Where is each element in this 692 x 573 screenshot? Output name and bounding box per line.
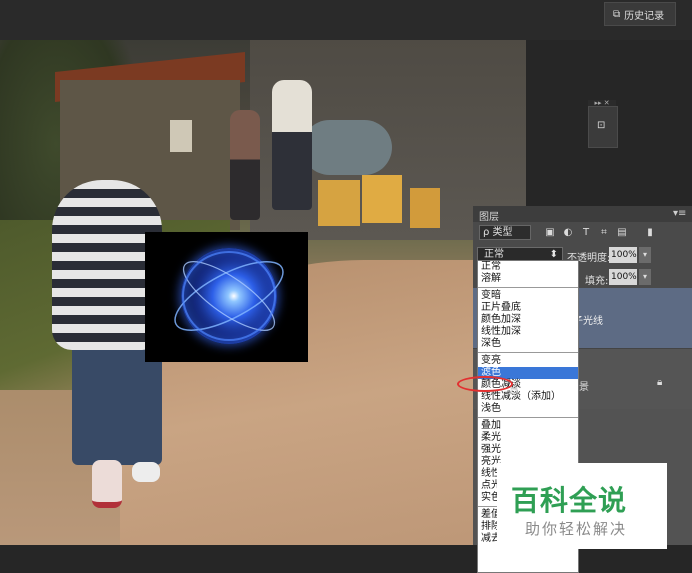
blend-option[interactable]: 线性加深	[478, 326, 578, 338]
shape-filter-icon[interactable]: ⌗	[597, 226, 611, 240]
adjust-filter-icon[interactable]: ◐	[561, 226, 575, 240]
dropdown-divider	[478, 350, 578, 355]
blend-option[interactable]: 溶解	[478, 273, 578, 285]
dropdown-divider	[478, 285, 578, 290]
photo-stool	[318, 180, 360, 226]
smart-filter-icon[interactable]: ▤	[615, 226, 629, 240]
mini-panel-dock[interactable]: ⊡	[588, 106, 618, 148]
photo-child-jeans	[72, 345, 162, 465]
blend-option[interactable]: 柔光	[478, 432, 578, 444]
blend-option[interactable]: 颜色加深	[478, 314, 578, 326]
annotation-ellipse	[457, 376, 513, 392]
blend-option[interactable]: 强光	[478, 444, 578, 456]
photo-child-shoe	[92, 460, 122, 508]
opacity-slider-toggle[interactable]: ▾	[639, 247, 651, 263]
history-panel-button[interactable]: ⧉ 历史记录	[604, 2, 676, 26]
photo-child-shoe	[132, 462, 160, 482]
blend-option[interactable]: 线性减淡（添加）	[478, 391, 578, 403]
blend-option[interactable]: 变暗	[478, 290, 578, 302]
blend-option[interactable]: 正常	[478, 261, 578, 273]
layer-name: 景	[579, 382, 589, 393]
layer-filter-row: ρ 类型 ▣ ◐ T ⌗ ▤ ▮	[473, 222, 692, 244]
blend-option[interactable]: 叠加	[478, 420, 578, 432]
dropdown-divider	[478, 415, 578, 420]
photo-person	[230, 110, 260, 220]
lock-icon: 🔒︎	[657, 377, 663, 388]
history-icon: ⧉	[613, 8, 621, 20]
blend-option[interactable]: 正片叠底	[478, 302, 578, 314]
watermark-title: 百科全说	[511, 484, 628, 517]
photo-stool	[410, 188, 440, 228]
watermark: 百科全说 助你轻松解决	[497, 463, 667, 549]
light-streaks	[174, 251, 284, 341]
blend-mode-value: 正常	[484, 249, 504, 260]
blend-option[interactable]: 浅色	[478, 403, 578, 415]
layers-panel-title[interactable]: 图层	[479, 208, 499, 223]
light-orb-layer[interactable]	[145, 232, 308, 362]
blend-option[interactable]: 变亮	[478, 355, 578, 367]
photo-tank	[302, 120, 392, 175]
hand-cursor-icon: ☝	[510, 382, 519, 398]
fill-input[interactable]: 100%	[609, 269, 637, 285]
watermark-subtitle: 助你轻松解决	[525, 520, 628, 538]
opacity-input[interactable]: 100%	[609, 247, 637, 263]
photo-stool	[362, 175, 402, 223]
type-filter-icon[interactable]: T	[579, 226, 593, 240]
panel-menu-icon[interactable]: ▾≡	[673, 208, 686, 219]
history-label: 历史记录	[624, 10, 665, 22]
layer-filter-select[interactable]: ρ 类型	[479, 225, 531, 240]
fill-label: 填充:	[585, 276, 609, 287]
fill-slider-toggle[interactable]: ▾	[639, 269, 651, 285]
top-bar	[0, 0, 692, 40]
image-filter-icon[interactable]: ▣	[543, 226, 557, 240]
photo-person	[272, 80, 312, 210]
filter-toggle-icon[interactable]: ▮	[643, 226, 657, 240]
camera-icon[interactable]: ⊡	[597, 120, 605, 131]
blend-option[interactable]: 深色	[478, 338, 578, 350]
layers-panel-header: 图层 ▾≡	[473, 206, 692, 223]
photo-shed-window	[170, 120, 192, 152]
